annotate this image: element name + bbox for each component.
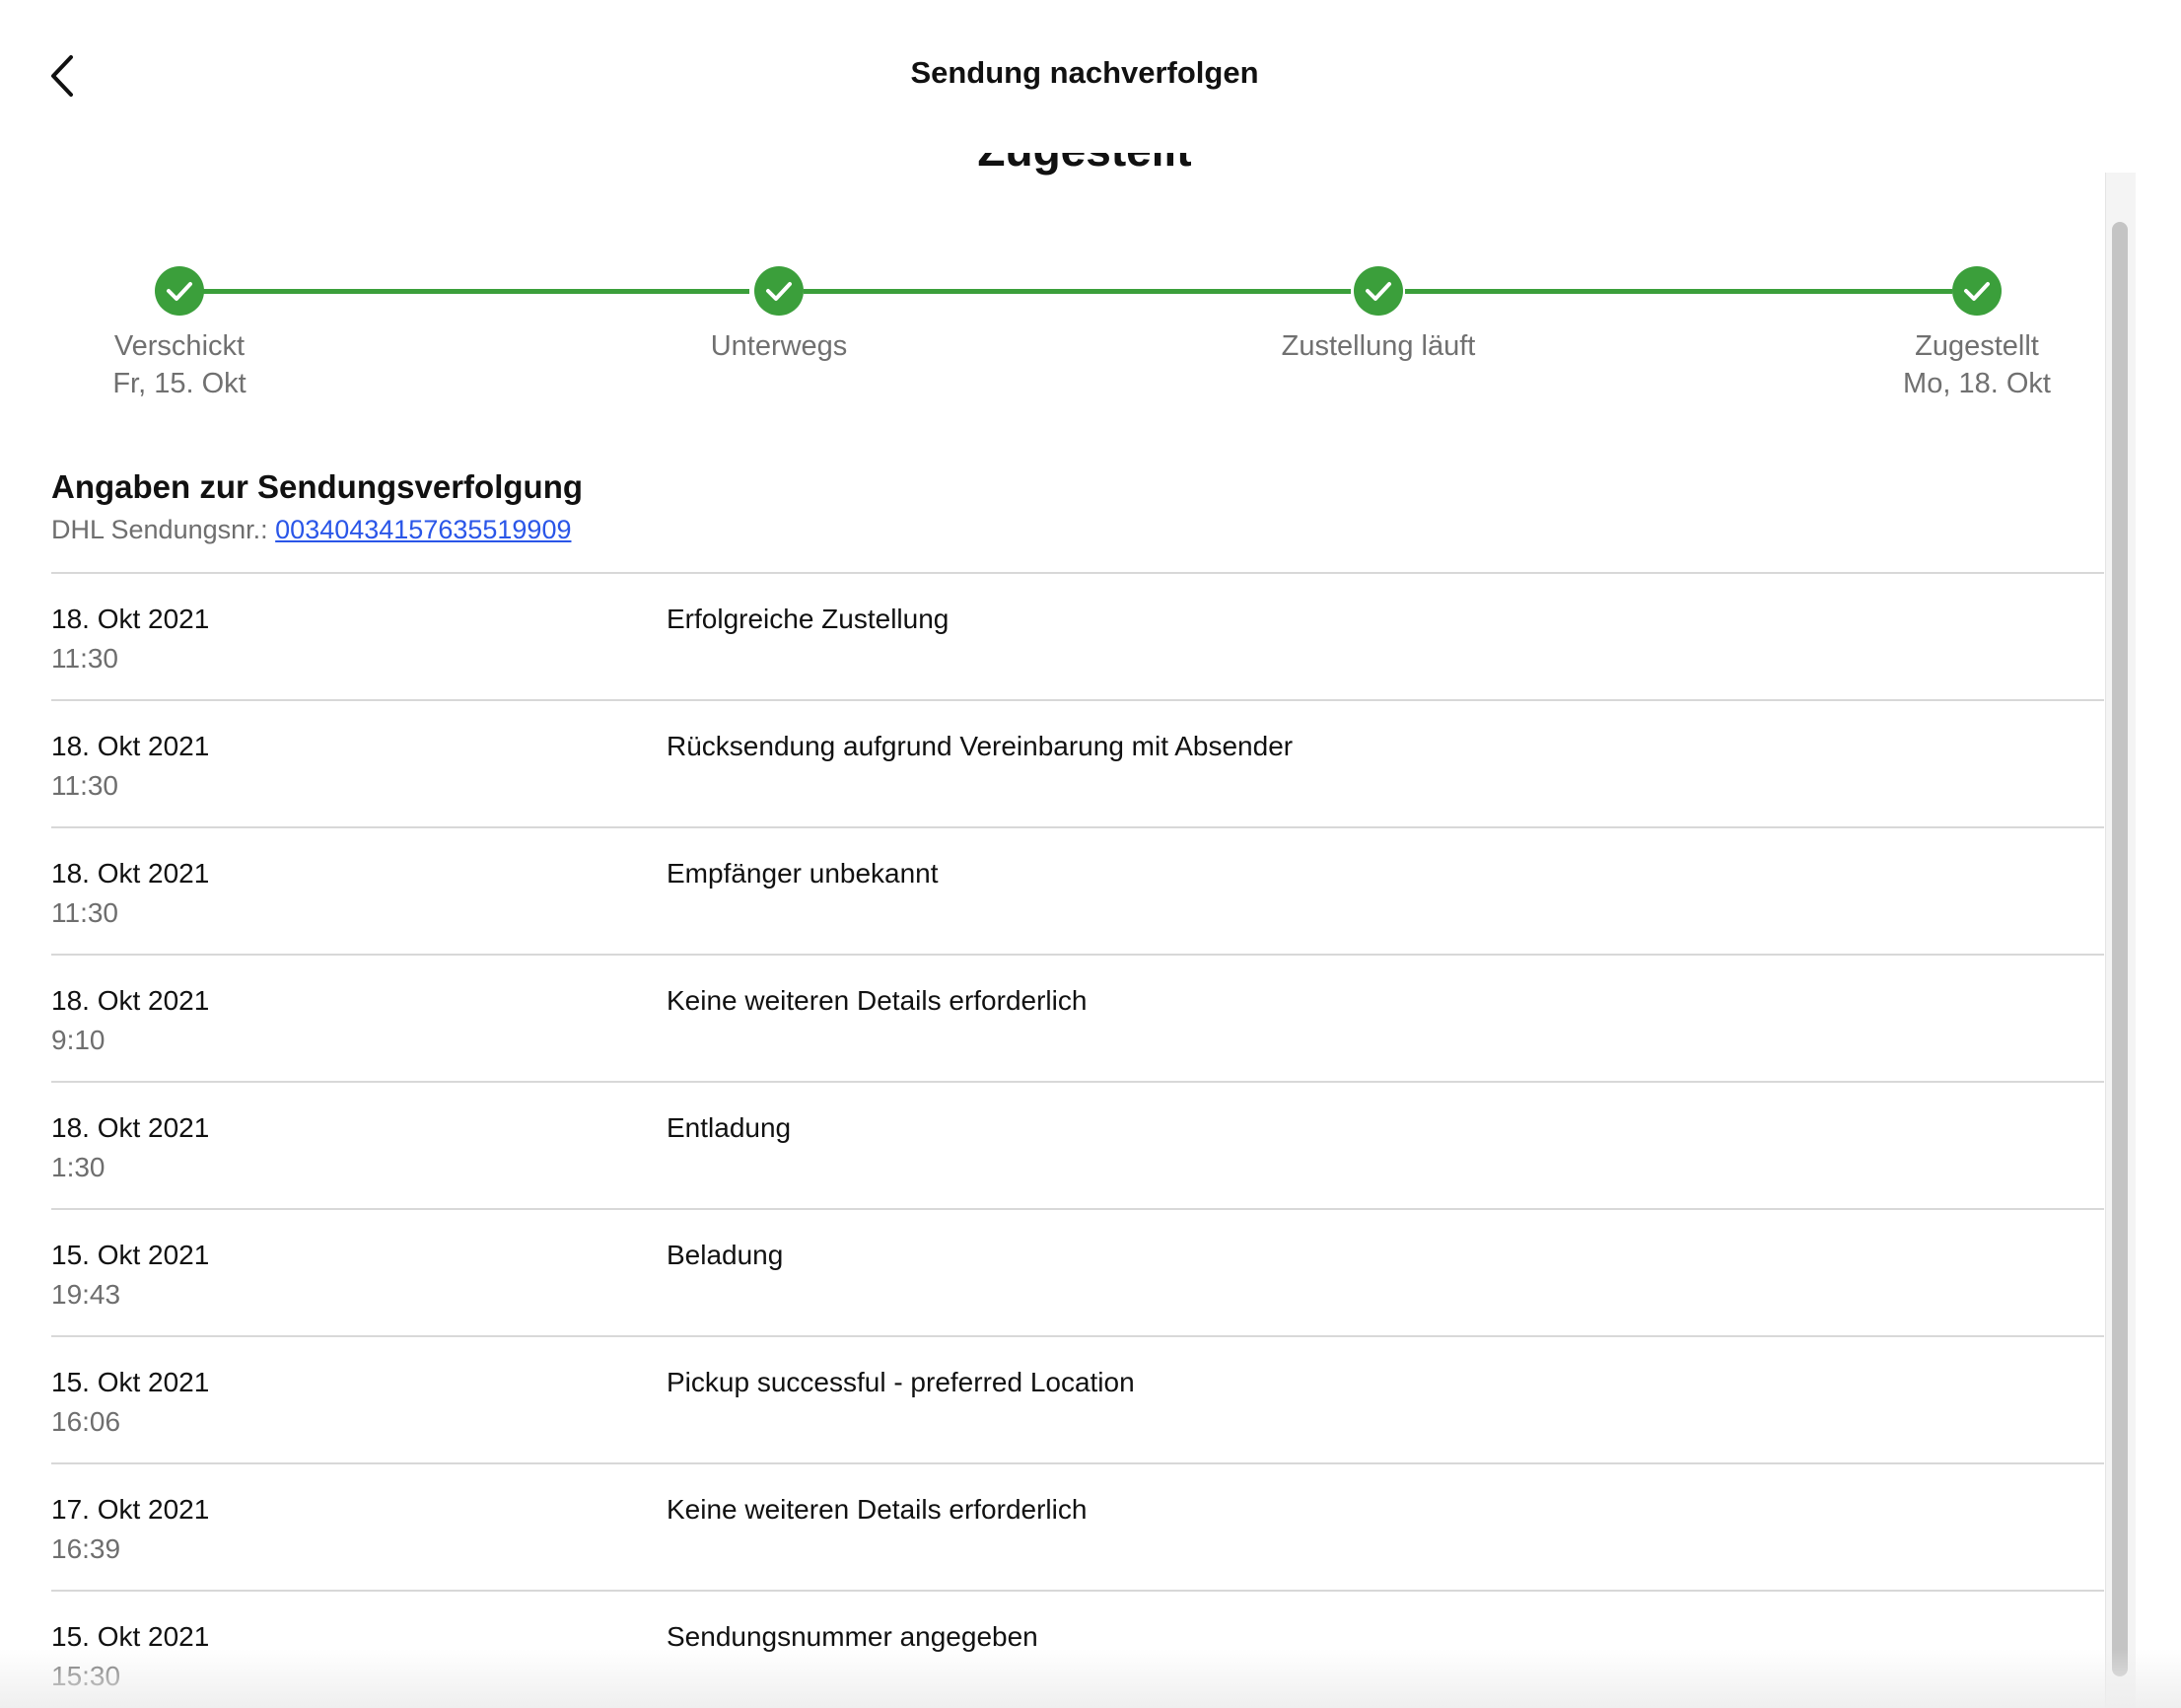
check-icon [766, 282, 792, 301]
table-row: 15. Okt 2021 15:30 Sendungsnummer angegebe… [51, 1590, 2104, 1708]
event-description: Entladung [667, 1112, 792, 1143]
event-date: 18. Okt 2021 [51, 858, 210, 889]
event-date: 17. Okt 2021 [51, 1494, 210, 1525]
event-date: 18. Okt 2021 [51, 985, 210, 1016]
event-description: Keine weiteren Details erforderlich [667, 985, 1088, 1016]
event-time: 1:30 [51, 1152, 106, 1182]
step-check-zugestellt [1952, 266, 2002, 316]
event-date: 15. Okt 2021 [51, 1240, 210, 1270]
event-time: 16:39 [51, 1533, 121, 1564]
event-time: 11:30 [51, 770, 118, 801]
step-label-verschickt: Verschickt [113, 330, 246, 362]
tracking-events-list: 18. Okt 2021 11:30 Erfolgreiche Zustellung… [51, 572, 2104, 1708]
table-row: 15. Okt 2021 16:06 Pickup successful - pre… [51, 1335, 2104, 1462]
step-check-verschickt [155, 266, 204, 316]
event-date: 18. Okt 2021 [51, 731, 210, 761]
event-description: Sendungsnummer angegeben [667, 1621, 1038, 1652]
page-title: Sendung nachverfolgen [910, 55, 1259, 90]
scrollbar-thumb[interactable] [2112, 222, 2128, 1676]
progress-line [804, 289, 1351, 294]
check-icon [1366, 282, 1391, 301]
top-bar: Sendung nachverfolgen [0, 0, 2181, 153]
event-description: Beladung [667, 1240, 784, 1270]
step-label-zustellung: Zustellung läuft [1281, 330, 1476, 362]
tracking-number-link[interactable]: 00340434157635519909 [275, 515, 571, 544]
step-date-verschickt: Fr, 15. Okt [112, 368, 246, 399]
event-time: 19:43 [51, 1279, 121, 1310]
table-row: 18. Okt 2021 1:30 Entladung [51, 1081, 2104, 1208]
event-date: 18. Okt 2021 [51, 1112, 210, 1143]
carrier-label: DHL Sendungsnr.: [51, 515, 268, 544]
event-date: 15. Okt 2021 [51, 1621, 210, 1652]
step-label-unterwegs: Unterwegs [710, 330, 848, 362]
event-description: Rücksendung aufgrund Vereinbarung mit Ab… [667, 731, 1294, 761]
event-description: Pickup successful - preferred Location [667, 1367, 1135, 1397]
event-time: 11:30 [51, 897, 118, 928]
table-row: 18. Okt 2021 11:30 Erfolgreiche Zustellung [51, 572, 2104, 699]
tracking-info-title: Angaben zur Sendungsverfolgung [51, 468, 584, 505]
event-time: 9:10 [51, 1025, 106, 1055]
table-row: 18. Okt 2021 11:30 Rücksendung aufgrund Ve… [51, 699, 2104, 826]
delivery-status-heading: Zugestellt [0, 153, 2108, 177]
event-time: 11:30 [51, 643, 118, 674]
event-description: Erfolgreiche Zustellung [667, 604, 950, 634]
step-check-unterwegs [754, 266, 804, 316]
table-row: 18. Okt 2021 11:30 Empfänger unbekannt [51, 826, 2104, 954]
check-icon [167, 282, 192, 301]
event-description: Empfänger unbekannt [667, 858, 939, 889]
event-date: 18. Okt 2021 [51, 604, 210, 634]
progress-line [202, 289, 749, 294]
progress-line [1405, 289, 1952, 294]
step-check-zustellung [1354, 266, 1403, 316]
step-date-zugestellt: Mo, 18. Okt [1903, 368, 2051, 399]
tracking-scroll-area[interactable]: Zugestellt Verschickt Fr, 15. Okt Unterw… [0, 153, 2108, 1708]
table-row: 18. Okt 2021 9:10 Keine weiteren Details e… [51, 954, 2104, 1081]
table-row: 15. Okt 2021 19:43 Beladung [51, 1208, 2104, 1335]
step-label-zugestellt: Zugestellt [1915, 330, 2039, 362]
tracking-number-line: DHL Sendungsnr.: 00340434157635519909 [51, 515, 571, 545]
table-row: 17. Okt 2021 16:39 Keine weiteren Details … [51, 1462, 2104, 1590]
event-time: 16:06 [51, 1406, 121, 1437]
event-time: 15:30 [51, 1661, 121, 1691]
check-icon [1964, 282, 1990, 301]
event-date: 15. Okt 2021 [51, 1367, 210, 1397]
event-description: Keine weiteren Details erforderlich [667, 1494, 1088, 1525]
